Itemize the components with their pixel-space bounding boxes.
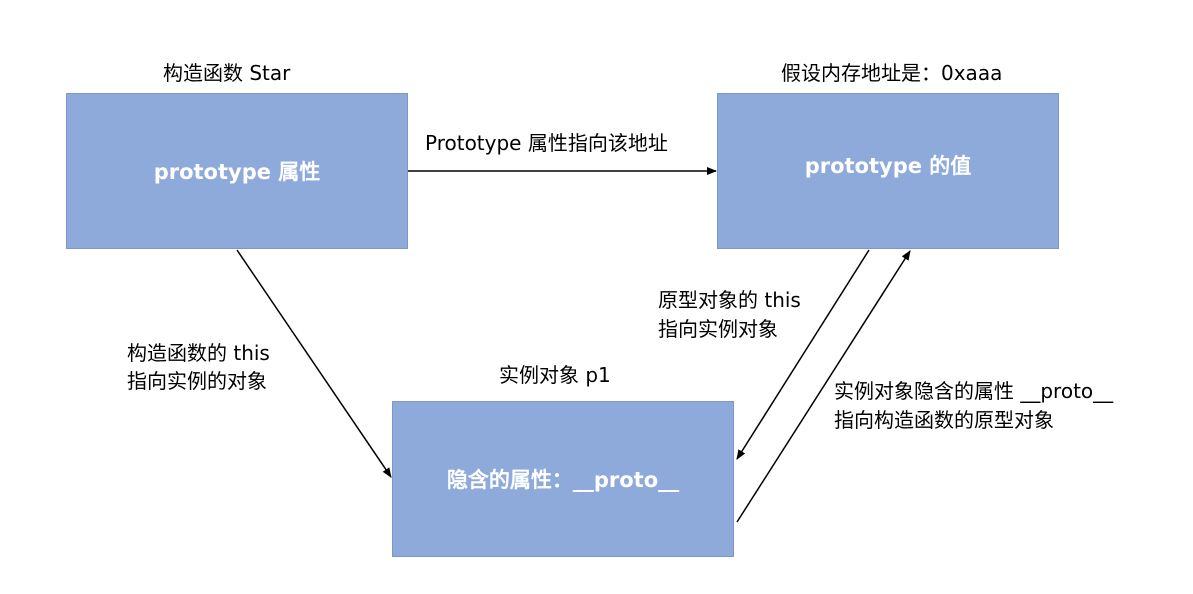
prototype-this-label-line1: 原型对象的 this bbox=[658, 288, 801, 312]
proto-link-label-line2: 指向构造函数的原型对象 bbox=[834, 408, 1054, 432]
constructor-this-label-line2: 指向实例的对象 bbox=[127, 369, 267, 393]
prototype-this-label-line2: 指向实例对象 bbox=[658, 317, 778, 341]
constructor-this-label-line1: 构造函数的 this bbox=[127, 341, 270, 365]
arrow-layer bbox=[236, 167, 911, 523]
proto-link-label-line1: 实例对象隐含的属性 __proto__ bbox=[834, 379, 1114, 403]
star-to-prototype-label: Prototype 属性指向该地址 bbox=[425, 131, 668, 155]
